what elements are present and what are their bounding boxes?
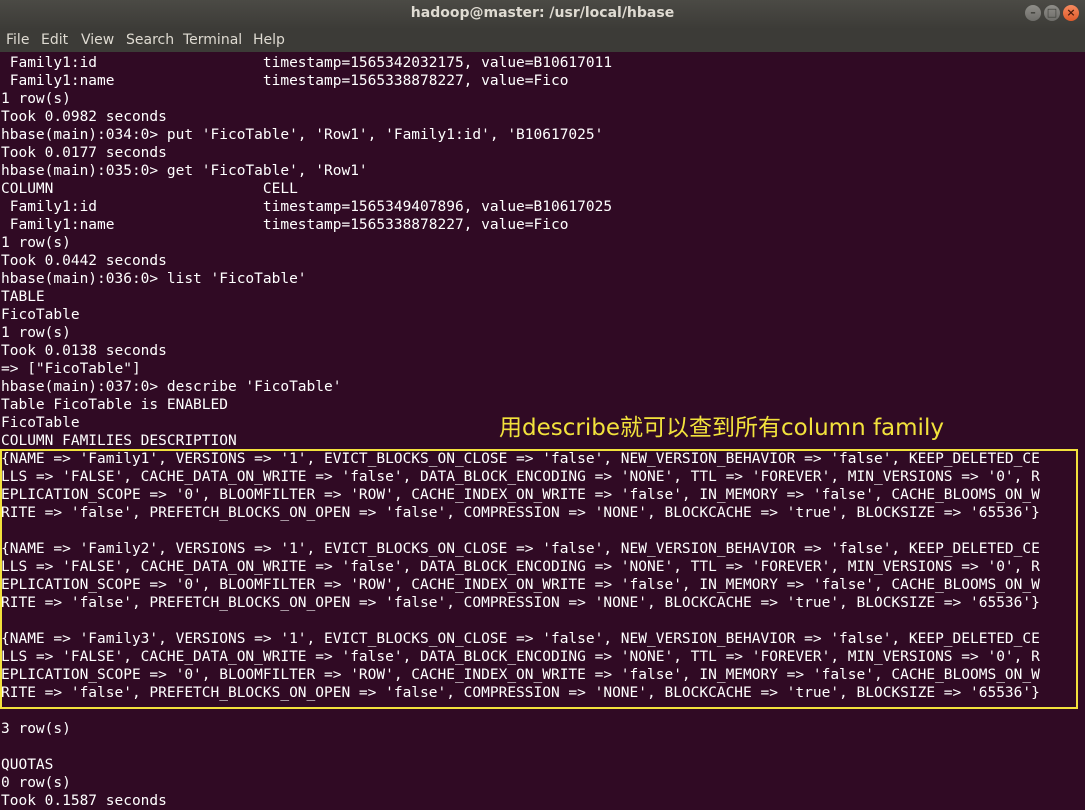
terminal-line: Took 0.1587 seconds (1, 793, 167, 809)
window-titlebar[interactable]: hadoop@master: /usr/local/hbase – □ × (0, 0, 1085, 29)
terminal-line: Family1:name timestamp=1565338878227, va… (1, 217, 569, 233)
terminal-line: => ["FicoTable"] (1, 361, 141, 377)
terminal-line: Family1:id timestamp=1565349407896, valu… (1, 199, 613, 215)
terminal-line: Family1:id timestamp=1565342032175, valu… (1, 55, 613, 71)
terminal-line: hbase(main):034:0> put 'FicoTable', 'Row… (1, 127, 604, 143)
menu-view[interactable]: View (81, 32, 114, 48)
terminal-line: 1 row(s) (1, 325, 71, 341)
terminal-line: COLUMN CELL (1, 181, 298, 197)
terminal-line: hbase(main):037:0> describe 'FicoTable' (1, 379, 342, 395)
close-icon[interactable]: × (1063, 5, 1079, 21)
terminal-line: Took 0.0138 seconds (1, 343, 167, 359)
terminal-line: QUOTAS (1, 757, 54, 773)
terminal-line: Took 0.0177 seconds (1, 145, 167, 161)
annotation-text: 用describe就可以查到所有column family (499, 415, 944, 441)
maximize-icon[interactable]: □ (1044, 5, 1060, 21)
menu-file[interactable]: File (6, 32, 29, 48)
terminal-line: 1 row(s) (1, 91, 71, 107)
window-controls: – □ × (1025, 5, 1079, 21)
menu-bar: File Edit View Search Terminal Help (0, 29, 1085, 52)
minimize-icon[interactable]: – (1025, 5, 1041, 21)
window-title: hadoop@master: /usr/local/hbase (410, 5, 675, 21)
menu-help[interactable]: Help (253, 32, 285, 48)
menu-terminal[interactable]: Terminal (183, 32, 242, 48)
terminal-line: Took 0.0442 seconds (1, 253, 167, 269)
menu-edit[interactable]: Edit (41, 32, 68, 48)
menu-search[interactable]: Search (126, 32, 174, 48)
terminal-line: 3 row(s) (1, 721, 71, 737)
terminal-line: Family1:name timestamp=1565338878227, va… (1, 73, 569, 89)
terminal-line: hbase(main):035:0> get 'FicoTable', 'Row… (1, 163, 368, 179)
terminal-line: 1 row(s) (1, 235, 71, 251)
terminal-line: 0 row(s) (1, 775, 71, 791)
terminal-line: Took 0.0982 seconds (1, 109, 167, 125)
highlight-box (0, 449, 1078, 709)
terminal-line: hbase(main):036:0> list 'FicoTable' (1, 271, 307, 287)
terminal-line: TABLE (1, 289, 45, 305)
terminal-line: FicoTable (1, 307, 80, 323)
